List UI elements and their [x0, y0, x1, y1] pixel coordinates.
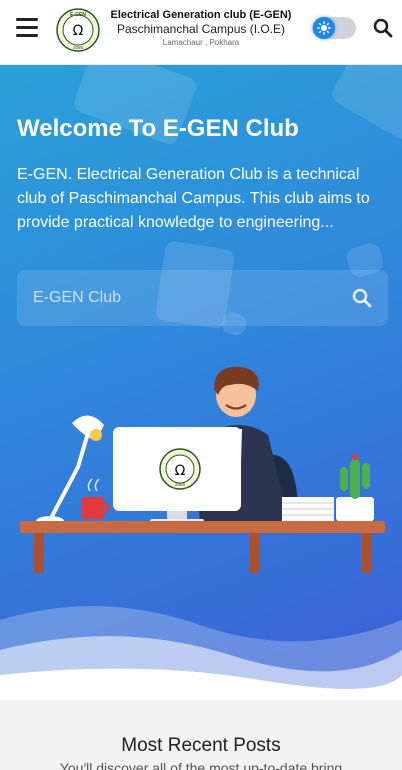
toggle-knob	[313, 17, 335, 39]
search-icon[interactable]	[352, 288, 372, 308]
section-title: Most Recent Posts	[121, 735, 281, 756]
section-subtitle: You'll discover all of the most up-to-da…	[59, 760, 343, 770]
theme-toggle[interactable]	[312, 17, 356, 39]
monitor-logo-year: 2069	[175, 482, 186, 487]
search-icon[interactable]	[373, 18, 393, 38]
desk-leg	[34, 533, 44, 573]
decor-shape	[328, 65, 402, 143]
club-logo[interactable]: E-GEN Ω 2069	[56, 8, 100, 52]
desk-leg	[362, 533, 372, 573]
sun-icon	[317, 21, 331, 35]
campus-name: Paschimanchal Campus (I.O.E)	[116, 22, 286, 36]
top-navbar: E-GEN Ω 2069 Electrical Generation club …	[0, 0, 402, 65]
hero-illustration: Ω 2069	[20, 366, 385, 573]
logo-year: 2069	[73, 45, 84, 50]
desk-leg	[250, 533, 260, 573]
plant-pot	[336, 497, 374, 521]
hero-description: E-GEN. Electrical Generation Club is a t…	[17, 166, 370, 231]
logo-ring-text: E-GEN	[70, 12, 86, 18]
hero-heading: Welcome To E-GEN Club	[17, 115, 299, 142]
hero-search-bar	[17, 270, 388, 326]
hero-search-input[interactable]	[17, 270, 388, 326]
hero-waves	[0, 606, 402, 700]
club-name: Electrical Generation club (E-GEN)	[110, 9, 292, 21]
monitor-logo-symbol: Ω	[175, 463, 186, 479]
cactus	[350, 459, 360, 499]
club-title-block: Electrical Generation club (E-GEN) Pasch…	[101, 9, 301, 47]
recent-posts-section: Most Recent Posts You'll discover all of…	[0, 700, 402, 770]
hero-banner: Welcome To E-GEN Club E-GEN. Electrical …	[0, 65, 402, 700]
campus-location: Lamachaur , Pokhara	[162, 38, 240, 47]
logo-symbol: Ω	[73, 23, 84, 39]
desk-top	[20, 521, 385, 533]
hamburger-menu-icon[interactable]	[16, 18, 38, 38]
coffee-mug	[82, 497, 104, 519]
